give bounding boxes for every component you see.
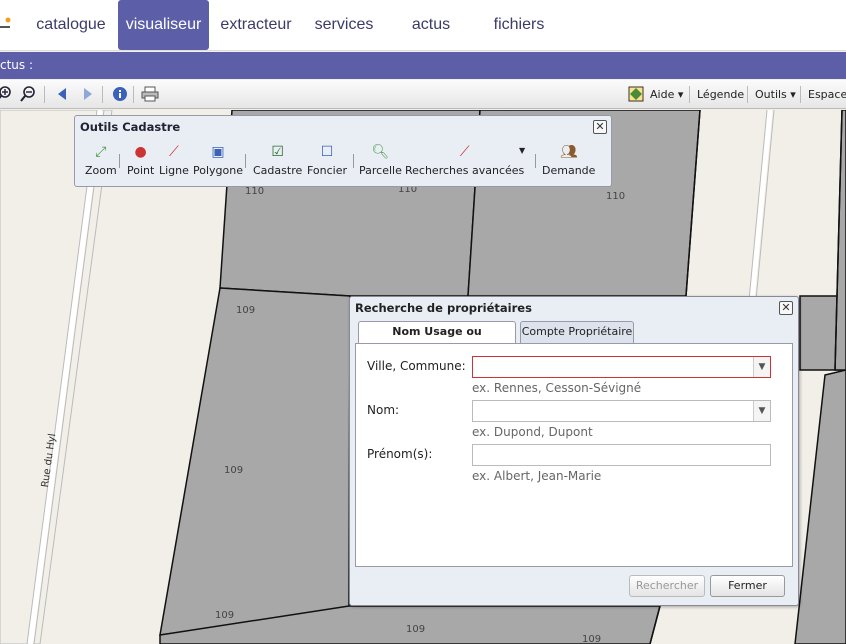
magnifier-icon: 🔍︎	[371, 144, 390, 160]
parcel-number: 109	[224, 465, 244, 476]
tab-visualiseur[interactable]: visualiseur	[118, 0, 209, 50]
zoom-tool-label: Zoom	[85, 164, 117, 177]
line-tool[interactable]: ⟋ Ligne	[159, 142, 189, 177]
line-icon: ⟋	[169, 144, 179, 160]
foncier-layer-toggle[interactable]: ☐ Foncier	[307, 142, 347, 177]
workspace-menu[interactable]: Espace	[808, 88, 846, 101]
polygon-icon: ▣	[211, 144, 225, 160]
foncier-toggle-label: Foncier	[307, 164, 348, 177]
parcel-number: 109	[582, 634, 602, 644]
legend-button[interactable]: Légende	[697, 88, 744, 101]
toolbar-separator	[689, 86, 690, 103]
owner-search-dialog: Recherche de propriétaires ✕ Nom Usage o…	[349, 296, 799, 606]
print-icon[interactable]	[140, 84, 160, 104]
users-icon: 👥︎	[559, 144, 578, 160]
parcel-search-tool[interactable]: 🔍︎ Parcelle	[359, 142, 402, 177]
tab-owner-account[interactable]: Compte Propriétaire	[520, 321, 634, 343]
tab-services[interactable]: services	[303, 0, 385, 50]
city-hint: ex. Rennes, Cesson-Sévigné	[472, 381, 642, 395]
toolbar-separator	[102, 86, 103, 103]
zoom-in-icon[interactable]	[0, 84, 14, 104]
name-label: Nom:	[367, 403, 400, 417]
zoom-out-icon[interactable]	[18, 84, 38, 104]
advanced-search-menu[interactable]: ⟋ Recherches avancées ▼	[405, 142, 526, 177]
polygon-tool-label: Polygone	[193, 164, 243, 177]
firstname-hint: ex. Albert, Jean-Marie	[472, 469, 602, 483]
zoom-tool[interactable]: ⤢ Zoom	[85, 142, 117, 177]
unchecked-checkbox-icon: ☐	[320, 144, 334, 160]
news-band: ctus :	[0, 52, 846, 79]
help-icon[interactable]	[626, 84, 646, 104]
tab-catalogue[interactable]: catalogue	[30, 0, 112, 50]
search-button[interactable]: Rechercher	[629, 575, 705, 597]
tab-actus[interactable]: actus	[390, 0, 472, 50]
tab-fichiers[interactable]: fichiers	[478, 0, 560, 50]
name-combobox[interactable]: ▼	[472, 400, 771, 422]
tab-extracteur[interactable]: extracteur	[215, 0, 297, 50]
advanced-search-label: Recherches avancées	[405, 164, 525, 177]
city-label: Ville, Commune:	[367, 359, 466, 373]
cadastre-toggle-label: Cadastre	[253, 164, 303, 177]
parcel-number: 110	[245, 186, 265, 197]
cadastre-layer-toggle[interactable]: ☑ Cadastre	[253, 142, 302, 177]
help-menu[interactable]: Aide ▾	[650, 88, 683, 101]
toolbar-separator	[44, 86, 45, 103]
search-form: Ville, Commune: ▼ ex. Rennes, Cesson-Sév…	[355, 343, 793, 567]
tool-separator	[245, 154, 246, 168]
firstname-input[interactable]	[472, 444, 771, 466]
checked-checkbox-icon: ☑	[271, 144, 284, 160]
cadastre-panel-title: Outils Cadastre	[80, 120, 181, 134]
info-icon[interactable]	[110, 84, 130, 104]
point-tool-label: Point	[127, 164, 155, 177]
line-tool-label: Ligne	[159, 164, 189, 177]
toolbar-separator	[800, 86, 801, 103]
close-button[interactable]: Fermer	[710, 575, 785, 597]
previous-icon[interactable]	[52, 84, 72, 104]
firstname-label: Prénom(s):	[367, 447, 433, 461]
map-toolbar: Aide ▾ Légende Outils ▾ Espace	[0, 80, 846, 109]
chevron-down-icon[interactable]: ▼	[753, 357, 770, 377]
request-tool[interactable]: 👥︎ Demande	[542, 142, 595, 177]
city-combobox[interactable]: ▼	[472, 356, 771, 378]
logo-icon	[0, 17, 11, 28]
toolbar-separator	[747, 86, 748, 103]
close-icon[interactable]: ✕	[779, 301, 793, 315]
close-icon[interactable]: ✕	[593, 120, 607, 134]
cadastre-tools-panel: Outils Cadastre ✕ ⤢ Zoom ● Point ⟋ Ligne…	[74, 115, 612, 187]
tool-separator	[535, 154, 536, 168]
name-hint: ex. Dupond, Dupont	[472, 425, 593, 439]
news-band-text: ctus :	[0, 58, 34, 72]
parcel-number: 109	[215, 610, 235, 621]
toolbar-separator	[133, 86, 134, 103]
parcel-number: 109	[406, 624, 426, 635]
next-icon[interactable]	[78, 84, 98, 104]
request-tool-label: Demande	[542, 164, 596, 177]
tab-usage-name[interactable]: Nom Usage ou Naissance	[358, 321, 516, 358]
tool-separator	[353, 154, 354, 168]
point-tool[interactable]: ● Point	[127, 142, 154, 177]
tools-menu[interactable]: Outils ▾	[755, 88, 796, 101]
parcel-number: 110	[606, 191, 626, 202]
parcel-tool-label: Parcelle	[359, 164, 402, 177]
parcel-number: 109	[236, 305, 256, 316]
point-icon: ●	[134, 144, 147, 160]
polygon-tool[interactable]: ▣ Polygone	[193, 142, 243, 177]
chevron-down-icon[interactable]: ▼	[753, 401, 770, 421]
top-navigation: catalogue visualiseur extracteur service…	[0, 0, 846, 51]
dialog-title: Recherche de propriétaires	[355, 301, 532, 315]
advanced-search-icon: ⟋	[459, 144, 470, 160]
zoom-extent-icon: ⤢	[95, 144, 107, 160]
chevron-down-icon: ▼	[519, 146, 526, 155]
tool-separator	[119, 154, 120, 168]
